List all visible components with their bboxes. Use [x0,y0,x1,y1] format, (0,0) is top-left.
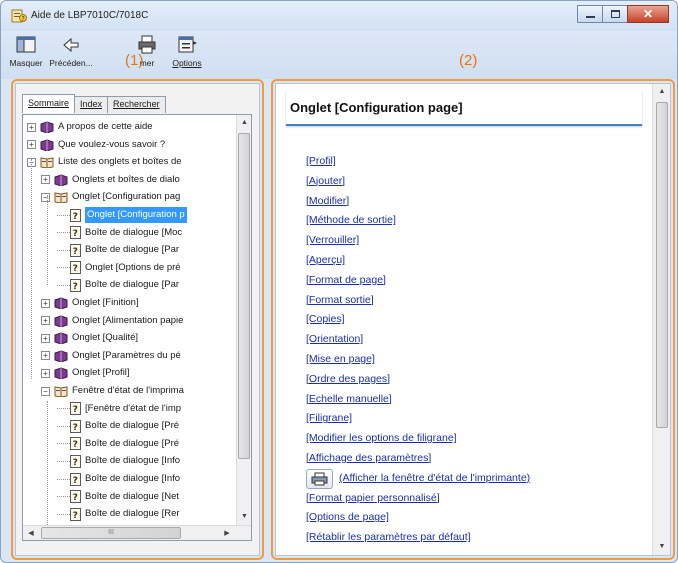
options-icon [178,36,197,53]
annotation-label-1: (1) [125,52,144,69]
tab-contents[interactable]: Sommaire [22,94,76,113]
back-arrow-icon [63,37,79,53]
options-button[interactable]: Options [167,35,207,68]
window-controls: ✕ [577,5,669,23]
maximize-button[interactable] [602,5,628,23]
svg-text:?: ? [22,16,25,23]
back-button[interactable]: Précéden... [47,35,95,68]
window-title: Aide de LBP7010C/7018C [31,10,149,21]
back-button-label: Précéden... [49,58,93,68]
tab-contents-label: Sommaire [28,98,70,108]
annotation-label-2: (2) [459,52,478,69]
highlight-frame-navigation [11,79,264,560]
hide-button[interactable]: Masquer [7,35,45,68]
help-window: ? Aide de LBP7010C/7018C ✕ Masquer Précé… [0,0,678,563]
title-bar: ? Aide de LBP7010C/7018C ✕ [1,1,677,31]
hide-button-label: Masquer [9,58,43,68]
close-button[interactable]: ✕ [627,5,669,23]
highlight-frame-content [271,79,675,560]
options-button-label: Options [172,58,202,68]
help-app-icon: ? [11,9,27,23]
hide-icon [16,36,36,53]
minimize-button[interactable] [577,5,603,23]
toolbar: Masquer Précéden... mer Options [1,31,677,79]
maximize-icon [611,10,620,18]
close-icon: ✕ [642,7,654,21]
minimize-icon [586,16,595,18]
